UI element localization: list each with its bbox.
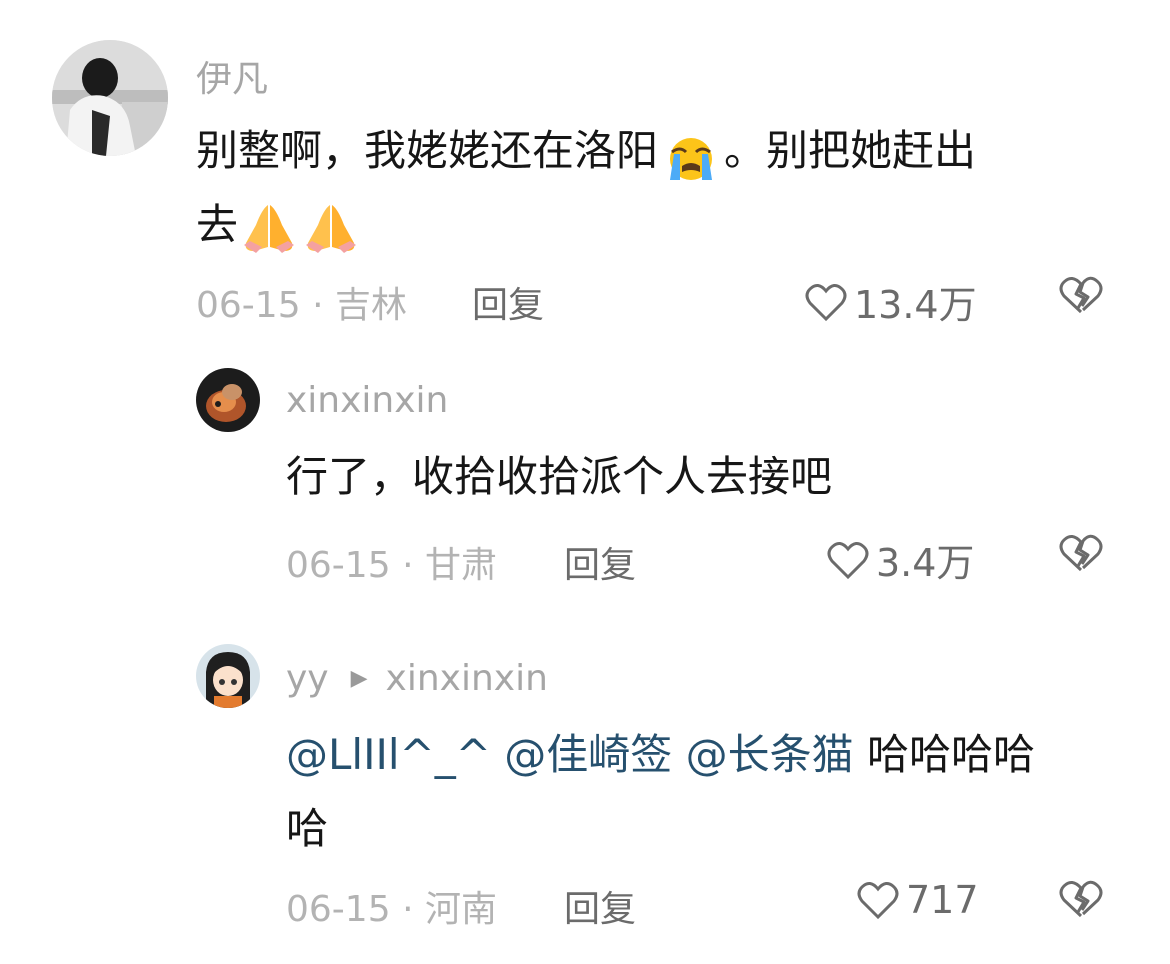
comment-date: 06-15 [196, 285, 301, 326]
reply-button[interactable]: 回复 [564, 880, 636, 932]
meta-separator: · [402, 545, 414, 586]
comment-location: 甘肃 [424, 545, 497, 586]
mention-link[interactable]: @长条猫 [686, 730, 854, 779]
folded-hands-icon [300, 201, 362, 255]
username[interactable]: 伊凡 [196, 50, 268, 102]
meta-separator: · [402, 889, 414, 930]
username-row: yy ▶ xinxinxin [286, 658, 548, 699]
dislike-button[interactable] [1058, 878, 1104, 924]
like-count: 3.4万 [876, 541, 975, 585]
like-button[interactable]: 717 [856, 878, 979, 922]
reply-to-username[interactable]: xinxinxin [386, 658, 548, 699]
comment-text-line: 别整啊，我姥姥还在洛阳 [196, 126, 659, 175]
comment-text: 行了，收拾收拾派个人去接吧 [286, 452, 833, 501]
comment-item: yy ▶ xinxinxin @LlIIl^_^ @佳崎签 @长条猫 哈哈哈哈 … [0, 610, 1170, 964]
mention-link[interactable]: @LlIIl^_^ [286, 730, 491, 779]
heart-outline-icon [857, 882, 899, 920]
avatar[interactable] [52, 40, 168, 156]
heart-outline-icon [805, 283, 847, 321]
reply-button[interactable]: 回复 [564, 536, 636, 588]
like-button[interactable]: 13.4万 [804, 274, 977, 329]
comment-item: 伊凡 别整啊，我姥姥还在洛阳 。别把她赶出 去 06-15 · 吉林 回复 13… [0, 0, 1170, 340]
comment-meta: 06-15 · 河南 [286, 880, 497, 932]
comment-text: @LlIIl^_^ @佳崎签 @长条猫 哈哈哈哈 哈 [286, 718, 1146, 866]
comment-text-tail: 哈哈哈哈 [853, 730, 1036, 779]
broken-heart-icon [1059, 276, 1103, 314]
reply-arrow-icon: ▶ [350, 666, 368, 691]
comment-date: 06-15 [286, 889, 391, 930]
like-button[interactable]: 3.4万 [826, 532, 974, 587]
comment-meta: 06-15 · 甘肃 [286, 536, 497, 588]
reply-button[interactable]: 回复 [472, 276, 544, 328]
comment-text-line: 。别把她赶出 [724, 126, 977, 175]
comment-location: 吉林 [334, 285, 407, 326]
like-count: 13.4万 [854, 283, 977, 327]
username[interactable]: yy [286, 658, 329, 699]
meta-separator: · [312, 285, 324, 326]
dislike-button[interactable] [1058, 532, 1104, 578]
comment-item: xinxinxin 行了，收拾收拾派个人去接吧 06-15 · 甘肃 回复 3.… [0, 340, 1170, 610]
comment-meta: 06-15 · 吉林 [196, 276, 407, 328]
heart-outline-icon [827, 541, 869, 579]
username[interactable]: xinxinxin [286, 380, 448, 421]
broken-heart-icon [1059, 534, 1103, 572]
comment-text: 别整啊，我姥姥还在洛阳 。别把她赶出 去 [196, 114, 1116, 262]
avatar[interactable] [196, 368, 260, 432]
mention-link[interactable]: @佳崎签 [504, 730, 672, 779]
dislike-button[interactable] [1058, 274, 1104, 320]
loudly-crying-face-icon [662, 131, 720, 180]
broken-heart-icon [1059, 880, 1103, 918]
comment-text-line: 哈 [286, 804, 329, 853]
comment-date: 06-15 [286, 545, 391, 586]
comment-location: 河南 [424, 889, 497, 930]
like-count: 717 [906, 878, 979, 922]
avatar[interactable] [196, 644, 260, 708]
folded-hands-icon [238, 201, 300, 255]
comment-text-line: 去 [196, 200, 239, 249]
